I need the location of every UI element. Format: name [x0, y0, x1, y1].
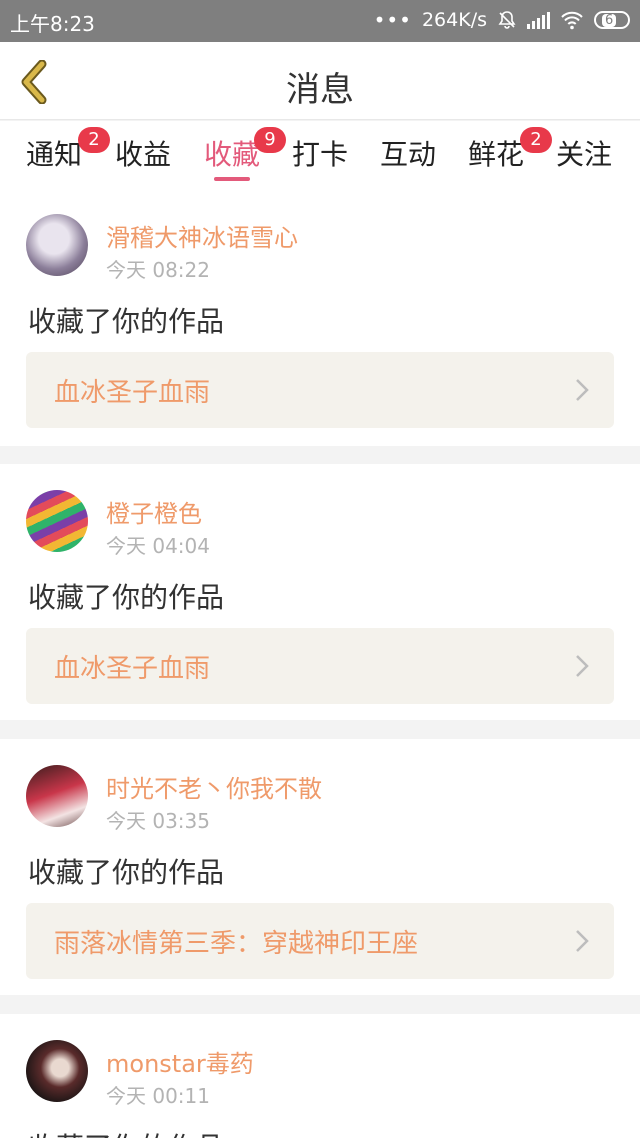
unread-badge: 2	[520, 127, 552, 153]
status-icons: ••• 264K/s 6	[374, 8, 630, 32]
tab-label: 鲜花	[468, 138, 525, 171]
wifi-icon	[561, 11, 583, 30]
status-time: 上午8:23	[10, 12, 95, 36]
tab-favorites[interactable]: 收藏 9	[204, 127, 286, 181]
action-text: 收藏了你的作品	[28, 856, 225, 889]
page-title: 消息	[286, 70, 354, 110]
tab-notifications[interactable]: 通知 2	[26, 127, 110, 173]
action-text: 收藏了你的作品	[28, 581, 225, 614]
work-title: 血冰圣子血雨	[54, 378, 211, 408]
message-card: 滑稽大神冰语雪心 今天 08:22 收藏了你的作品 血冰圣子血雨	[0, 194, 640, 446]
work-title: 血冰圣子血雨	[54, 654, 211, 684]
tab-bar: 通知 2 收益 收藏 9 打卡 互动 鲜花 2 关注	[0, 121, 640, 194]
chevron-right-icon	[576, 655, 589, 677]
message-card: 橙子橙色 今天 04:04 收藏了你的作品 血冰圣子血雨	[0, 464, 640, 720]
timestamp: 今天 00:11	[106, 1084, 210, 1108]
tab-interactions[interactable]: 互动	[380, 133, 436, 173]
net-speed: 264K/s	[421, 9, 487, 31]
action-text: 收藏了你的作品	[28, 305, 225, 338]
tab-label: 通知	[26, 138, 83, 171]
message-card: 时光不老丶你我不散 今天 03:35 收藏了你的作品 雨落冰情第三季：穿越神印王…	[0, 739, 640, 995]
avatar[interactable]	[26, 765, 88, 827]
action-text: 收藏了你的作品	[28, 1126, 224, 1138]
work-link[interactable]: 血冰圣子血雨	[26, 628, 614, 704]
avatar[interactable]	[26, 1040, 88, 1102]
username[interactable]: 时光不老丶你我不散	[106, 769, 322, 804]
work-link[interactable]: 雨落冰情第三季：穿越神印王座	[26, 903, 614, 979]
status-bar: 上午8:23 ••• 264K/s 6	[0, 0, 640, 42]
tab-label: 打卡	[292, 138, 349, 171]
tab-following[interactable]: 关注	[556, 133, 612, 173]
battery-icon: 6	[594, 11, 630, 29]
tab-label: 收益	[115, 138, 172, 171]
bell-off-icon	[498, 11, 516, 29]
active-tab-indicator	[214, 177, 251, 181]
message-card: monstar毒药 今天 00:11 收藏了你的作品	[0, 1014, 640, 1138]
chevron-right-icon	[576, 930, 589, 952]
tab-label: 关注	[556, 138, 613, 171]
timestamp: 今天 04:04	[106, 534, 210, 558]
avatar[interactable]	[26, 214, 88, 276]
work-link[interactable]: 血冰圣子血雨	[26, 352, 614, 428]
avatar[interactable]	[26, 490, 88, 552]
chevron-right-icon	[576, 379, 589, 401]
username[interactable]: 滑稽大神冰语雪心	[106, 218, 298, 253]
dots-icon: •••	[373, 8, 412, 32]
username[interactable]: 橙子橙色	[106, 494, 202, 529]
tab-label: 收藏	[204, 138, 261, 171]
timestamp: 今天 03:35	[106, 809, 210, 833]
unread-badge: 9	[254, 127, 286, 153]
tab-checkin[interactable]: 打卡	[292, 133, 348, 173]
unread-badge: 2	[78, 127, 110, 153]
username[interactable]: monstar毒药	[106, 1044, 254, 1079]
timestamp: 今天 08:22	[106, 258, 210, 282]
work-title: 雨落冰情第三季：穿越神印王座	[54, 929, 419, 959]
tab-earnings[interactable]: 收益	[115, 133, 171, 173]
header: 消息	[0, 42, 640, 120]
tab-flowers[interactable]: 鲜花 2	[468, 127, 552, 173]
tab-label: 互动	[380, 138, 437, 171]
battery-level: 6	[602, 14, 617, 27]
signal-icon	[527, 11, 550, 29]
